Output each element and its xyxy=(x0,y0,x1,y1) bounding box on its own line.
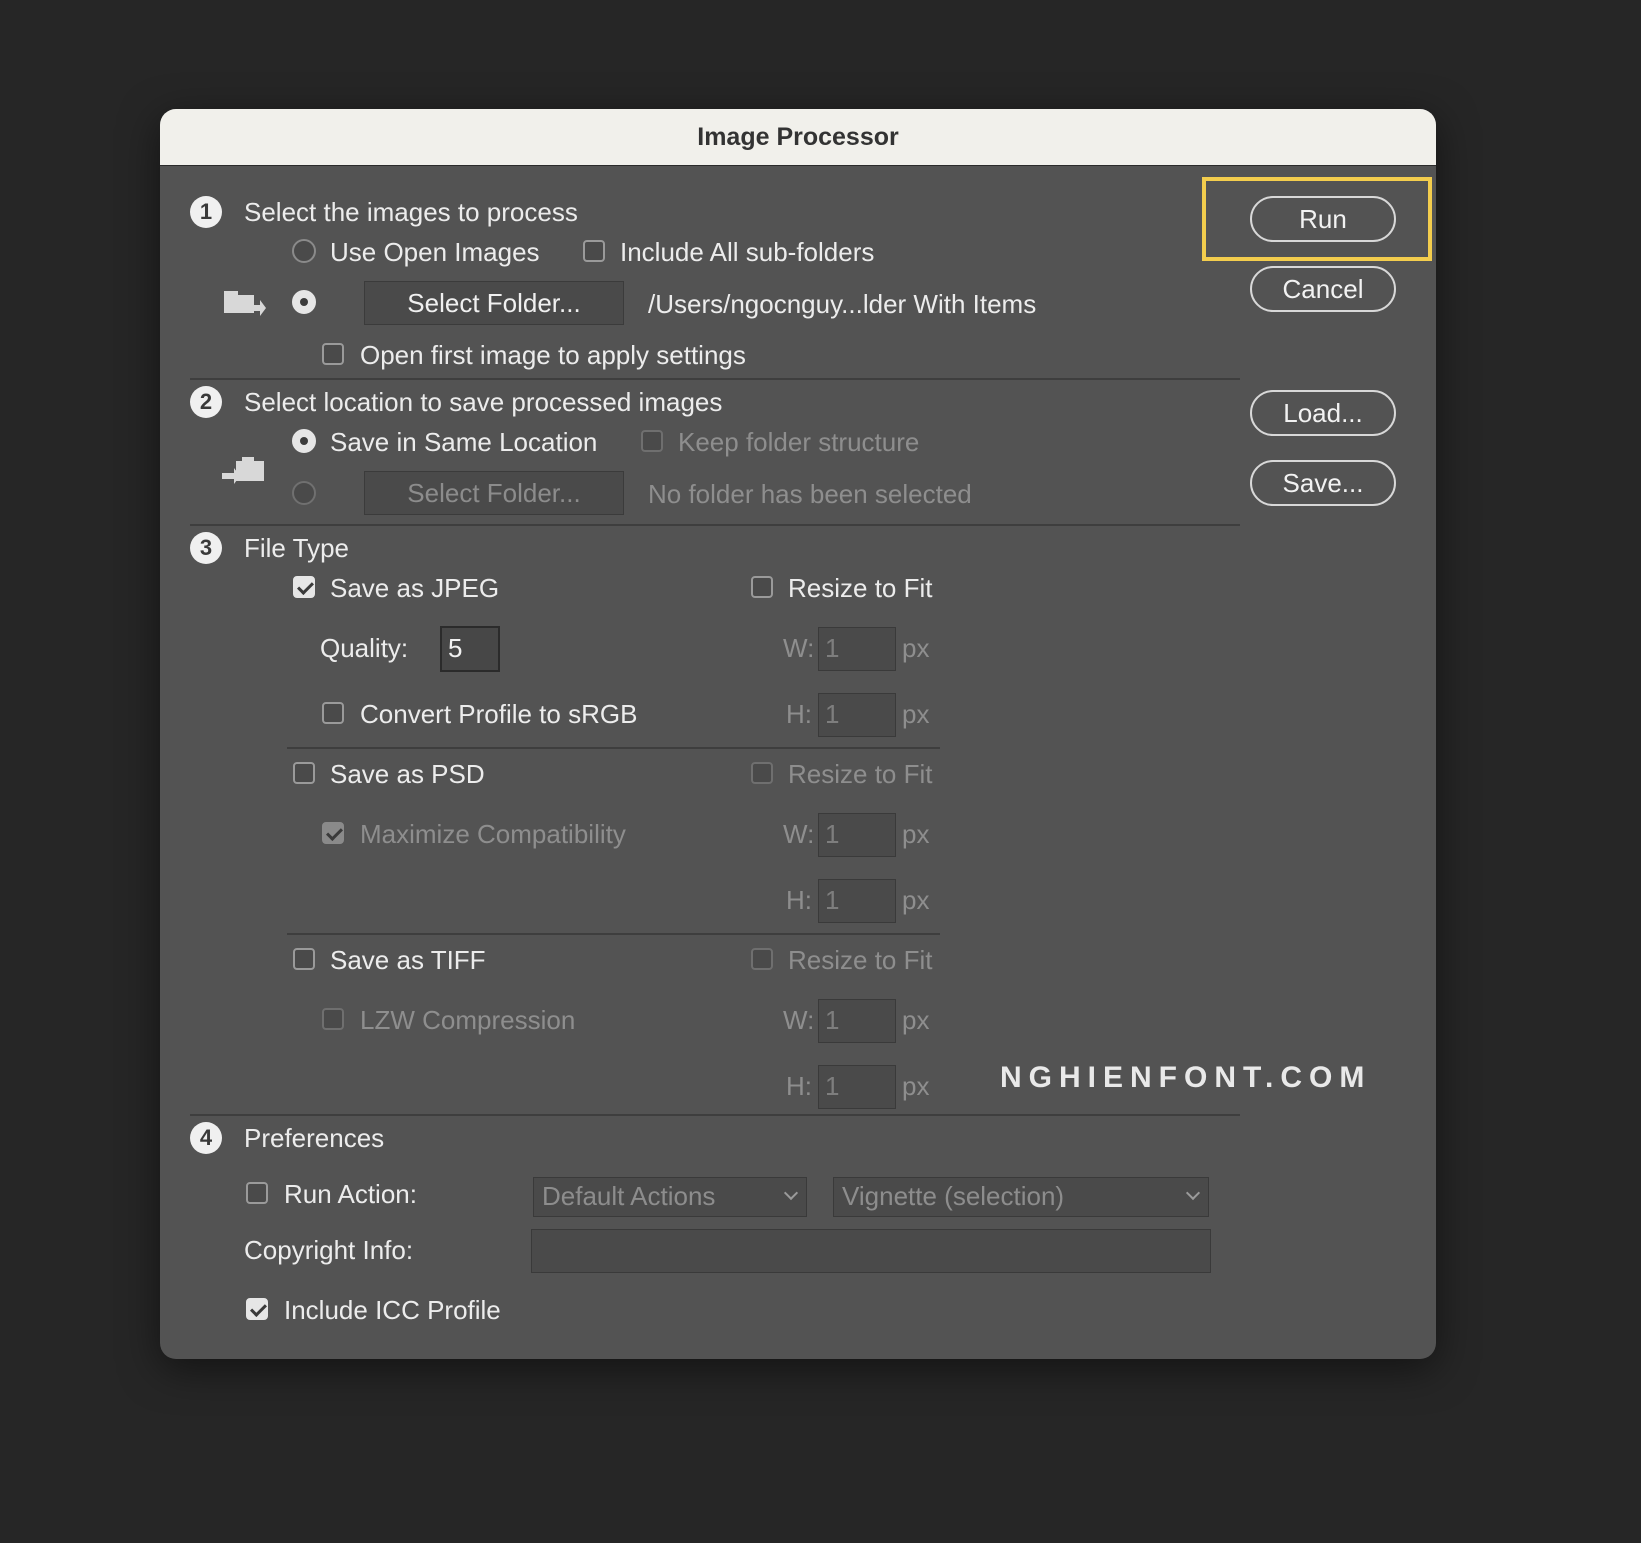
save-psd-checkbox[interactable] xyxy=(293,762,315,784)
jpeg-height-input[interactable]: 1 xyxy=(818,693,896,737)
include-icc-label: Include ICC Profile xyxy=(284,1295,501,1325)
step-1-badge: 1 xyxy=(190,196,222,228)
tiff-resize-checkbox[interactable] xyxy=(751,948,773,970)
dialog-title: Image Processor xyxy=(160,109,1436,166)
copyright-input[interactable] xyxy=(531,1229,1211,1273)
action-select[interactable]: Vignette (selection) xyxy=(833,1177,1209,1217)
section1-heading: Select the images to process xyxy=(244,197,578,227)
px-unit: px xyxy=(902,885,930,915)
keep-folder-structure-checkbox[interactable] xyxy=(641,430,663,452)
psd-height-label: H: xyxy=(786,885,812,915)
convert-profile-label: Convert Profile to sRGB xyxy=(360,699,638,729)
open-first-image-label: Open first image to apply settings xyxy=(360,340,746,370)
save-button[interactable]: Save... xyxy=(1250,460,1396,506)
jpeg-width-input[interactable]: 1 xyxy=(818,627,896,671)
select-folder-radio[interactable] xyxy=(292,290,316,314)
select-destination-folder-button[interactable]: Select Folder... xyxy=(364,471,624,515)
tiff-width-label: W: xyxy=(783,1005,815,1035)
save-tiff-checkbox[interactable] xyxy=(293,948,315,970)
jpeg-resize-checkbox[interactable] xyxy=(751,576,773,598)
run-action-label: Run Action: xyxy=(284,1179,417,1209)
jpeg-resize-label: Resize to Fit xyxy=(788,573,933,603)
save-jpeg-label: Save as JPEG xyxy=(330,573,500,603)
tiff-height-label: H: xyxy=(786,1071,812,1101)
save-jpeg-checkbox[interactable] xyxy=(293,576,315,598)
psd-resize-checkbox[interactable] xyxy=(751,762,773,784)
px-unit: px xyxy=(902,1005,930,1035)
jpeg-height-label: H: xyxy=(786,699,812,729)
chevron-down-icon xyxy=(1185,1185,1201,1201)
use-open-images-radio[interactable] xyxy=(292,239,316,263)
quality-label: Quality: xyxy=(320,633,409,663)
lzw-compression-checkbox[interactable] xyxy=(322,1008,344,1030)
tiff-height-input[interactable]: 1 xyxy=(818,1065,896,1109)
jpeg-width-label: W: xyxy=(783,633,815,663)
divider xyxy=(190,1114,1240,1116)
psd-width-label: W: xyxy=(783,819,815,849)
include-icc-checkbox[interactable] xyxy=(246,1298,268,1320)
use-open-images-label: Use Open Images xyxy=(330,237,540,267)
px-unit: px xyxy=(902,819,930,849)
tiff-resize-label: Resize to Fit xyxy=(788,945,933,975)
load-button[interactable]: Load... xyxy=(1250,390,1396,436)
image-processor-dialog: Image Processor 1 Select the images to p… xyxy=(160,109,1436,1359)
psd-height-input[interactable]: 1 xyxy=(818,879,896,923)
maximize-compatibility-label: Maximize Compatibility xyxy=(360,819,626,849)
select-destination-radio[interactable] xyxy=(292,481,316,505)
keep-folder-structure-label: Keep folder structure xyxy=(678,427,920,457)
action-value: Vignette (selection) xyxy=(842,1181,1065,1211)
cancel-button[interactable]: Cancel xyxy=(1250,266,1396,312)
step-4-badge: 4 xyxy=(190,1122,222,1154)
psd-resize-label: Resize to Fit xyxy=(788,759,933,789)
action-set-value: Default Actions xyxy=(542,1181,716,1211)
section3-heading: File Type xyxy=(244,533,350,563)
select-source-folder-button[interactable]: Select Folder... xyxy=(364,281,624,325)
save-same-location-label: Save in Same Location xyxy=(330,427,598,457)
tiff-width-input[interactable]: 1 xyxy=(818,999,896,1043)
divider xyxy=(287,933,940,935)
include-subfolders-checkbox[interactable] xyxy=(583,240,605,262)
px-unit: px xyxy=(902,633,930,663)
section2-heading: Select location to save processed images xyxy=(244,387,723,417)
action-set-select[interactable]: Default Actions xyxy=(533,1177,807,1217)
run-button[interactable]: Run xyxy=(1250,196,1396,242)
px-unit: px xyxy=(902,699,930,729)
folder-source-icon xyxy=(224,291,266,316)
chevron-down-icon xyxy=(783,1185,799,1201)
save-psd-label: Save as PSD xyxy=(330,759,485,789)
source-folder-path: /Users/ngocnguy...lder With Items xyxy=(648,289,1037,319)
divider xyxy=(190,524,1240,526)
copyright-label: Copyright Info: xyxy=(244,1235,414,1265)
step-2-badge: 2 xyxy=(190,386,222,418)
divider xyxy=(190,378,1240,380)
destination-folder-status: No folder has been selected xyxy=(648,479,972,509)
px-unit: px xyxy=(902,1071,930,1101)
save-tiff-label: Save as TIFF xyxy=(330,945,486,975)
step-3-badge: 3 xyxy=(190,532,222,564)
lzw-compression-label: LZW Compression xyxy=(360,1005,576,1035)
folder-destination-icon xyxy=(222,457,264,484)
run-action-checkbox[interactable] xyxy=(246,1182,268,1204)
maximize-compatibility-checkbox[interactable] xyxy=(322,822,344,844)
section4-heading: Preferences xyxy=(244,1123,385,1153)
quality-input[interactable]: 5 xyxy=(440,626,500,672)
open-first-image-checkbox[interactable] xyxy=(322,343,344,365)
convert-profile-checkbox[interactable] xyxy=(322,702,344,724)
psd-width-input[interactable]: 1 xyxy=(818,813,896,857)
divider xyxy=(287,747,940,749)
include-subfolders-label: Include All sub-folders xyxy=(620,237,875,267)
watermark-text: NGHIENFONT.COM xyxy=(1000,1061,1372,1094)
save-same-location-radio[interactable] xyxy=(292,429,316,453)
